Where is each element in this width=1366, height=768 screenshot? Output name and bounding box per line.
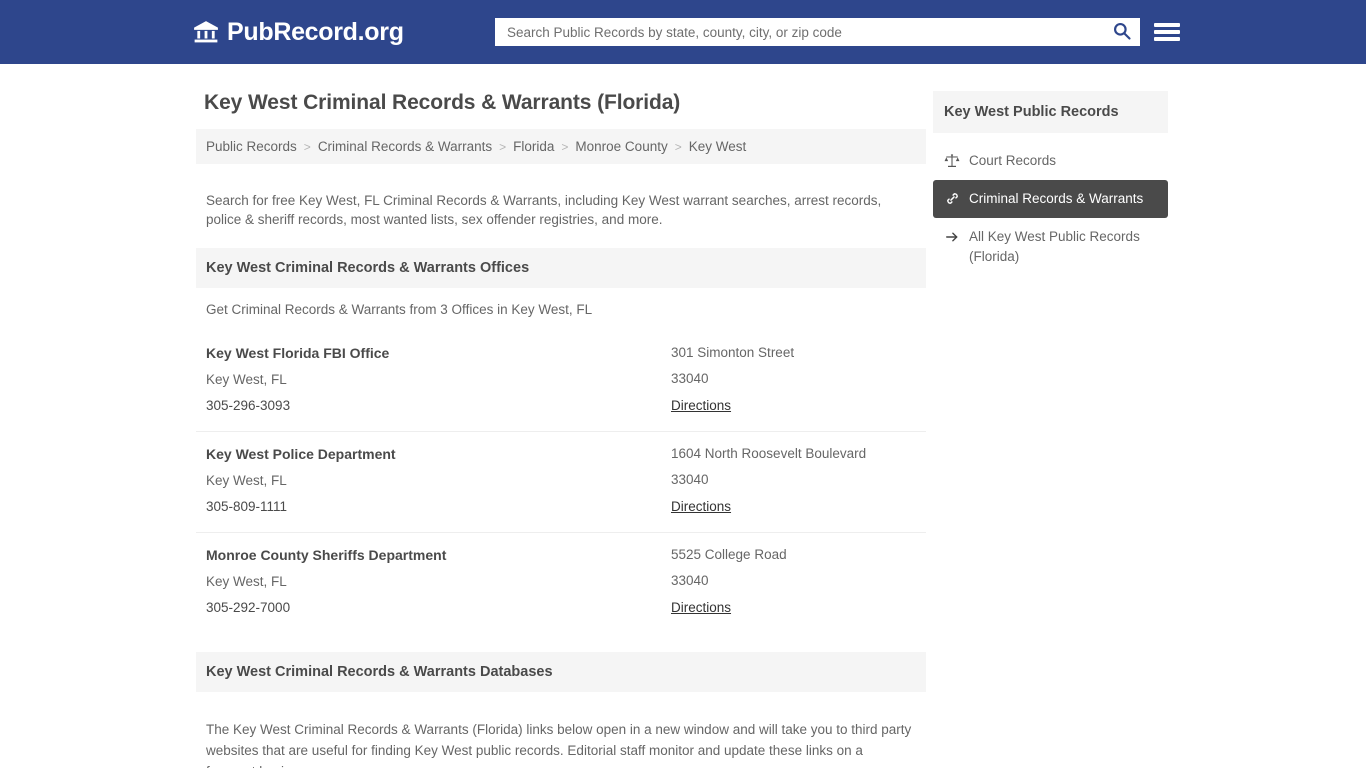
office-phone: 305-292-7000 [206,599,291,615]
office-details: Key West Police Department Key West, FL … [206,446,671,516]
breadcrumb-separator: > [561,139,569,154]
office-city: Key West, FL [206,371,287,387]
office-details: Key West Florida FBI Office Key West, FL… [206,345,671,415]
sidebar-item-all-public-records[interactable]: All Key West Public Records (Florida) [933,218,1168,276]
office-city: Key West, FL [206,472,287,488]
breadcrumb-item-key-west[interactable]: Key West [689,139,747,154]
sidebar-item-label: Court Records [969,153,1057,168]
breadcrumb-separator: > [303,139,311,154]
bank-building-icon [193,19,219,45]
office-zip: 33040 [671,370,709,386]
breadcrumb-item-monroe-county[interactable]: Monroe County [575,139,667,154]
office-street: 5525 College Road [671,546,787,562]
sidebar-heading: Key West Public Records [933,91,1168,133]
office-name: Key West Florida FBI Office [206,344,390,361]
sidebar: Key West Public Records Court Records Cr… [933,91,1168,768]
search-icon [1112,21,1132,44]
header-actions [495,18,1180,46]
sidebar-list: Court Records Criminal Records & Warrant… [933,142,1168,276]
table-row: Key West Police Department Key West, FL … [196,432,926,533]
sidebar-item-label: All Key West Public Records (Florida) [969,229,1140,264]
directions-link[interactable]: Directions [671,398,731,413]
sidebar-item-court-records[interactable]: Court Records [933,142,1168,180]
office-name: Monroe County Sheriffs Department [206,546,447,563]
office-address: 301 Simonton Street 33040 Directions [671,345,916,415]
table-row: Key West Florida FBI Office Key West, FL… [196,331,926,432]
directions-link[interactable]: Directions [671,600,731,615]
search-button[interactable] [1112,21,1132,44]
office-phone: 305-809-1111 [206,498,288,514]
office-zip: 33040 [671,471,709,487]
office-zip: 33040 [671,572,709,588]
office-name: Key West Police Department [206,445,396,462]
hamburger-menu-icon[interactable] [1154,21,1180,43]
search-input[interactable] [505,18,1112,46]
breadcrumb-separator: > [499,139,507,154]
breadcrumb-separator: > [674,139,682,154]
scales-of-justice-icon [944,152,960,169]
page-title: Key West Criminal Records & Warrants (Fl… [204,91,681,114]
breadcrumb-item-criminal-records[interactable]: Criminal Records & Warrants [318,139,492,154]
breadcrumb-item-public-records[interactable]: Public Records [206,139,297,154]
office-address: 5525 College Road 33040 Directions [671,547,916,617]
table-row: Monroe County Sheriffs Department Key We… [196,533,926,633]
offices-section-subheading: Get Criminal Records & Warrants from 3 O… [206,301,593,317]
intro-text: Search for free Key West, FL Criminal Re… [206,192,882,227]
brand-name: PubRecord.org [227,17,404,46]
main-content: Key West Criminal Records & Warrants (Fl… [196,64,926,768]
search-bar[interactable] [495,18,1140,46]
breadcrumb: Public Records > Criminal Records & Warr… [196,129,926,164]
breadcrumb-item-florida[interactable]: Florida [513,139,554,154]
offices-list: Key West Florida FBI Office Key West, FL… [196,331,926,633]
sidebar-item-label: Criminal Records & Warrants [969,191,1144,206]
site-logo-link[interactable]: PubRecord.org [193,18,404,47]
link-chain-icon [944,190,960,207]
office-address: 1604 North Roosevelt Boulevard 33040 Dir… [671,446,916,516]
office-city: Key West, FL [206,573,287,589]
databases-description: The Key West Criminal Records & Warrants… [206,722,912,768]
page-wrapper: Key West Criminal Records & Warrants (Fl… [0,64,1366,768]
directions-link[interactable]: Directions [671,499,731,514]
office-street: 1604 North Roosevelt Boulevard [671,445,867,461]
offices-section-heading: Key West Criminal Records & Warrants Off… [196,247,926,288]
databases-section-heading: Key West Criminal Records & Warrants Dat… [196,651,926,692]
office-phone: 305-296-3093 [206,397,291,413]
arrow-right-icon [944,228,960,245]
site-header: PubRecord.org [0,0,1366,64]
office-details: Monroe County Sheriffs Department Key We… [206,547,671,617]
office-street: 301 Simonton Street [671,344,795,360]
sidebar-item-criminal-records[interactable]: Criminal Records & Warrants [933,180,1168,218]
